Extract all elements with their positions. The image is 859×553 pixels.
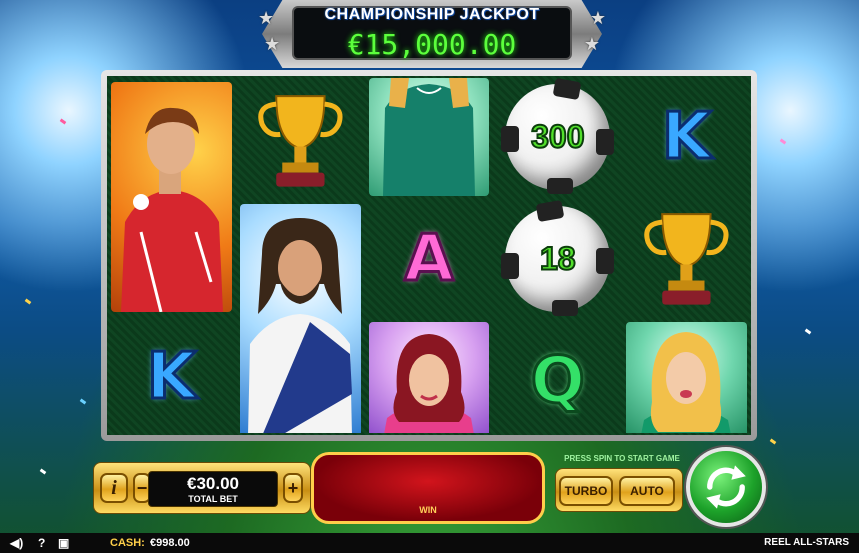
- reel-5: K: [624, 78, 749, 433]
- jackpot-title: CHAMPIONSHIP JACKPOT: [324, 6, 540, 23]
- jackpot-banner: ★ ★ ★ ★ CHAMPIONSHIP JACKPOT €15,000.00: [258, 0, 606, 68]
- spin-button[interactable]: [686, 447, 766, 527]
- symbol-a: A: [369, 200, 490, 318]
- win-display: WIN: [311, 452, 545, 524]
- symbol-k: K: [626, 78, 747, 196]
- total-bet-display: €30.00 TOTAL BET: [148, 471, 278, 507]
- symbol-player-redshirt: [111, 82, 232, 312]
- symbol-q: Q: [497, 322, 618, 433]
- letter-k-icon: K: [660, 100, 713, 174]
- star-icon: ★: [583, 34, 600, 54]
- symbol-trophy: [240, 82, 361, 200]
- cash-value: €998.00: [150, 537, 190, 549]
- trophy-icon: [258, 95, 343, 187]
- confetti: [769, 438, 777, 445]
- confetti: [59, 118, 67, 125]
- ball-value: 18: [539, 240, 577, 278]
- soccer-ball-icon: 300: [501, 78, 615, 195]
- star-icon: ★: [264, 34, 281, 54]
- player-icon: [382, 78, 475, 196]
- soccer-ball-icon: 18: [501, 200, 615, 317]
- press-spin-hint: PRESS SPIN TO START GAME: [564, 454, 680, 463]
- symbol-player-woman-blonde: [626, 322, 747, 433]
- symbol-ball: 300: [497, 78, 618, 196]
- trophy-icon: [644, 213, 729, 305]
- reel-2: [238, 78, 363, 433]
- reel-1: K: [109, 78, 234, 433]
- refresh-icon: [706, 465, 746, 509]
- reel-3: A: [367, 78, 492, 433]
- game-name: REEL ALL-STARS: [764, 537, 849, 548]
- total-bet-label: TOTAL BET: [188, 494, 238, 504]
- increase-bet-button[interactable]: +: [283, 473, 303, 503]
- player-icon: [641, 332, 731, 433]
- win-label: WIN: [419, 505, 437, 515]
- jackpot-amount: €15,000.00: [347, 28, 517, 61]
- star-icon: ★: [589, 8, 606, 28]
- letter-k-icon: K: [145, 340, 198, 414]
- turbo-button[interactable]: TURBO: [559, 476, 613, 506]
- star-icon: ★: [258, 8, 275, 28]
- player-icon: [383, 334, 474, 433]
- help-icon[interactable]: ?: [38, 536, 45, 550]
- jackpot-display: CHAMPIONSHIP JACKPOT €15,000.00: [292, 6, 572, 61]
- auto-button[interactable]: AUTO: [619, 476, 675, 506]
- symbol-k: K: [111, 318, 232, 433]
- symbol-ball: 18: [497, 200, 618, 318]
- reel-grid: K A 300 18 Q K: [101, 70, 757, 441]
- ball-value: 300: [530, 118, 585, 156]
- confetti: [804, 328, 812, 335]
- confetti: [24, 298, 32, 305]
- letter-q-icon: Q: [529, 344, 586, 418]
- player-icon: [247, 218, 352, 433]
- reel-4: 300 18 Q: [495, 78, 620, 433]
- symbol-player-green: [368, 78, 490, 196]
- total-bet-amount: €30.00: [187, 474, 239, 493]
- info-button[interactable]: i: [100, 473, 128, 503]
- player-icon: [121, 107, 223, 312]
- symbol-player-longhair: [239, 204, 361, 433]
- letter-a-icon: A: [403, 222, 456, 296]
- confetti: [79, 398, 87, 405]
- confetti: [779, 138, 787, 145]
- cash-label: CASH:: [110, 537, 145, 549]
- symbol-player-woman-pink: [368, 322, 490, 433]
- paytable-icon[interactable]: ▣: [58, 536, 69, 550]
- confetti: [39, 468, 47, 475]
- sound-icon[interactable]: ◀): [10, 536, 23, 550]
- symbol-trophy: [626, 200, 747, 318]
- status-bar: ◀) ? ▣ CASH: €998.00 REEL ALL-STARS: [0, 533, 859, 553]
